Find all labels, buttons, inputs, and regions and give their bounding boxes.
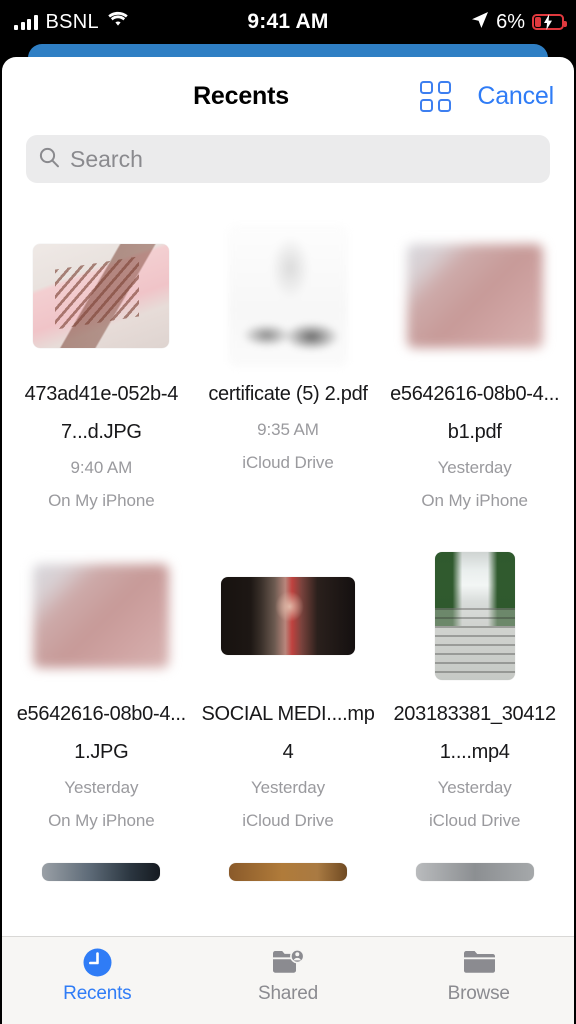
navigation-bar-actions: Cancel: [420, 80, 554, 112]
folder-icon: [463, 946, 495, 978]
file-name: 473ad41e-052b-47...d.JPG: [24, 383, 179, 443]
file-time: Yesterday: [437, 458, 512, 477]
file-item[interactable]: e5642616-08b0-4...b1.pdf Yesterday On My…: [381, 205, 568, 525]
file-grid: 473ad41e-052b-47...d.JPG 9:40 AM On My i…: [2, 191, 574, 845]
tab-bar: Recents Shared Browse: [2, 936, 574, 1024]
file-item[interactable]: [381, 845, 568, 905]
file-thumbnail: [434, 543, 515, 689]
file-item[interactable]: [8, 845, 195, 905]
file-time: Yesterday: [437, 778, 512, 797]
file-item[interactable]: 473ad41e-052b-47...d.JPG 9:40 AM On My i…: [8, 205, 195, 525]
file-thumbnail: [228, 223, 347, 369]
status-bar-right: 6%: [471, 0, 567, 44]
file-thumbnail: [33, 543, 170, 689]
document-picker-sheet: Recents Cancel Search 473ad41e-052b-47..…: [2, 57, 574, 1024]
file-name: e5642616-08b0-4...1.JPG: [16, 703, 187, 763]
search-input[interactable]: Search: [26, 135, 550, 183]
file-time: Yesterday: [64, 778, 139, 797]
battery-percent-label: 6%: [496, 10, 525, 33]
file-thumbnail: [33, 223, 170, 369]
file-item[interactable]: 203183381_304121....mp4 Yesterday iCloud…: [381, 525, 568, 845]
file-location: iCloud Drive: [242, 453, 334, 472]
tab-recents[interactable]: Recents: [2, 937, 193, 1005]
navigation-bar: Recents Cancel: [2, 57, 574, 135]
tab-label: Browse: [447, 983, 510, 1004]
file-time: 9:40 AM: [70, 458, 133, 477]
file-location: On My iPhone: [48, 491, 155, 510]
tab-label: Shared: [257, 983, 319, 1004]
file-item[interactable]: SOCIAL MEDI....mp4 Yesterday iCloud Driv…: [195, 525, 382, 845]
phone-screen: BSNL 9:41 AM 6% Recents Cancel Search 47…: [0, 0, 576, 1024]
file-name: e5642616-08b0-4...b1.pdf: [390, 383, 560, 443]
file-location: iCloud Drive: [242, 811, 334, 830]
status-bar: BSNL 9:41 AM 6%: [0, 0, 576, 44]
battery-charging-icon: [532, 14, 567, 30]
clock-icon: [82, 946, 113, 978]
file-item[interactable]: certificate (5) 2.pdf 9:35 AM iCloud Dri…: [195, 205, 382, 525]
file-name: SOCIAL MEDI....mp4: [201, 703, 375, 763]
file-thumbnail: [406, 223, 543, 369]
search-icon: [38, 146, 60, 173]
file-time: Yesterday: [250, 778, 326, 797]
cancel-button[interactable]: Cancel: [477, 82, 554, 111]
file-grid-partial-row: [2, 845, 574, 905]
file-grid-scroll-area[interactable]: 473ad41e-052b-47...d.JPG 9:40 AM On My i…: [2, 191, 574, 1024]
file-location: On My iPhone: [48, 811, 155, 830]
file-location: iCloud Drive: [428, 811, 521, 830]
file-time: 9:35 AM: [257, 420, 319, 439]
file-thumbnail: [220, 543, 355, 689]
tab-shared[interactable]: Shared: [193, 937, 384, 1005]
location-arrow-icon: [471, 11, 489, 34]
search-bar-container: Search: [2, 135, 574, 183]
tab-label: Recents: [63, 983, 132, 1004]
folder-person-icon: [271, 946, 305, 978]
file-location: On My iPhone: [421, 491, 528, 510]
file-item[interactable]: e5642616-08b0-4...1.JPG Yesterday On My …: [8, 525, 195, 845]
grid-view-icon[interactable]: [420, 80, 452, 112]
tab-browse[interactable]: Browse: [383, 937, 574, 1005]
search-placeholder: Search: [70, 145, 143, 172]
file-name: certificate (5) 2.pdf: [208, 383, 368, 405]
file-name: 203183381_304121....mp4: [393, 703, 556, 763]
file-item[interactable]: [195, 845, 382, 905]
